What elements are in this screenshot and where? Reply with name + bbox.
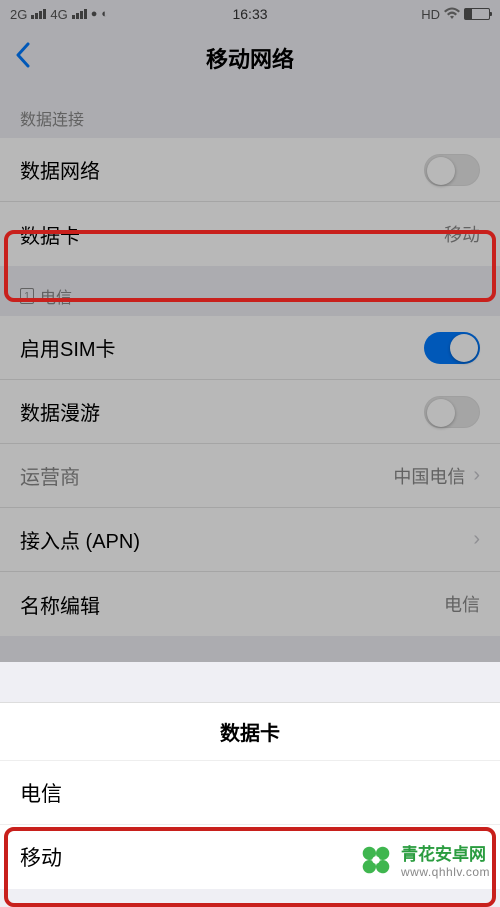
section-label-data-connection: 数据连接 — [0, 88, 500, 138]
row-data-card[interactable]: 数据卡 移动 — [0, 202, 500, 266]
battery-icon — [464, 8, 490, 20]
watermark-url: www.qhhlv.com — [401, 865, 490, 879]
status-time: 16:33 — [232, 6, 267, 22]
status-right: HD — [421, 7, 490, 22]
row-label: 启用SIM卡 — [20, 333, 116, 362]
sim-label: 电信 — [40, 284, 72, 308]
row-roaming[interactable]: 数据漫游 — [0, 380, 500, 444]
sheet-option-telecom[interactable]: 电信 — [0, 761, 500, 825]
hd-label: HD — [421, 7, 440, 22]
row-label: 数据漫游 — [20, 397, 100, 426]
status-left: 2G 4G ● ◐ — [10, 7, 108, 22]
signal-bars-2-icon — [72, 9, 87, 19]
back-button[interactable] — [15, 42, 31, 75]
toggle-enable-sim[interactable] — [424, 332, 480, 364]
signal-bars-1-icon — [31, 9, 46, 19]
page-title: 移动网络 — [206, 42, 294, 74]
sim-slot-icon: 1 — [20, 288, 34, 304]
sheet-option-label: 移动 — [20, 842, 62, 872]
page-header: 移动网络 — [0, 28, 500, 88]
network-4g-label: 4G — [50, 7, 67, 22]
row-data-network[interactable]: 数据网络 — [0, 138, 500, 202]
row-label: 名称编辑 — [20, 590, 100, 619]
status-bar: 2G 4G ● ◐ 16:33 HD — [0, 0, 500, 28]
row-value: 电信 — [444, 591, 480, 617]
row-label: 接入点 (APN) — [20, 525, 140, 554]
status-moon-icon: ◐ — [101, 8, 108, 20]
row-carrier[interactable]: 运营商 中国电信 › — [0, 444, 500, 508]
section-label-sim: 1 电信 — [0, 266, 500, 316]
toggle-roaming[interactable] — [424, 396, 480, 428]
list-sim: 启用SIM卡 数据漫游 运营商 中国电信 › 接入点 (APN) › 名称编辑 … — [0, 316, 500, 636]
row-label: 数据网络 — [20, 155, 100, 184]
row-value: 移动 — [444, 221, 480, 247]
status-dot-icon: ● — [91, 8, 98, 20]
row-apn[interactable]: 接入点 (APN) › — [0, 508, 500, 572]
row-value: 中国电信 — [393, 463, 465, 489]
row-label: 数据卡 — [20, 220, 80, 249]
watermark-logo-icon — [357, 841, 395, 879]
sheet-title: 数据卡 — [0, 703, 500, 761]
chevron-right-icon: › — [473, 528, 480, 551]
row-label: 运营商 — [20, 461, 80, 490]
wifi-icon — [444, 7, 460, 22]
watermark: 青花安卓网 www.qhhlv.com — [357, 840, 490, 879]
list-data-connection: 数据网络 数据卡 移动 — [0, 138, 500, 266]
row-name-edit[interactable]: 名称编辑 电信 — [0, 572, 500, 636]
watermark-title: 青花安卓网 — [401, 840, 490, 865]
row-enable-sim[interactable]: 启用SIM卡 — [0, 316, 500, 380]
network-2g-label: 2G — [10, 7, 27, 22]
sheet-option-label: 电信 — [20, 778, 62, 808]
chevron-right-icon: › — [473, 464, 480, 487]
toggle-data-network[interactable] — [424, 154, 480, 186]
